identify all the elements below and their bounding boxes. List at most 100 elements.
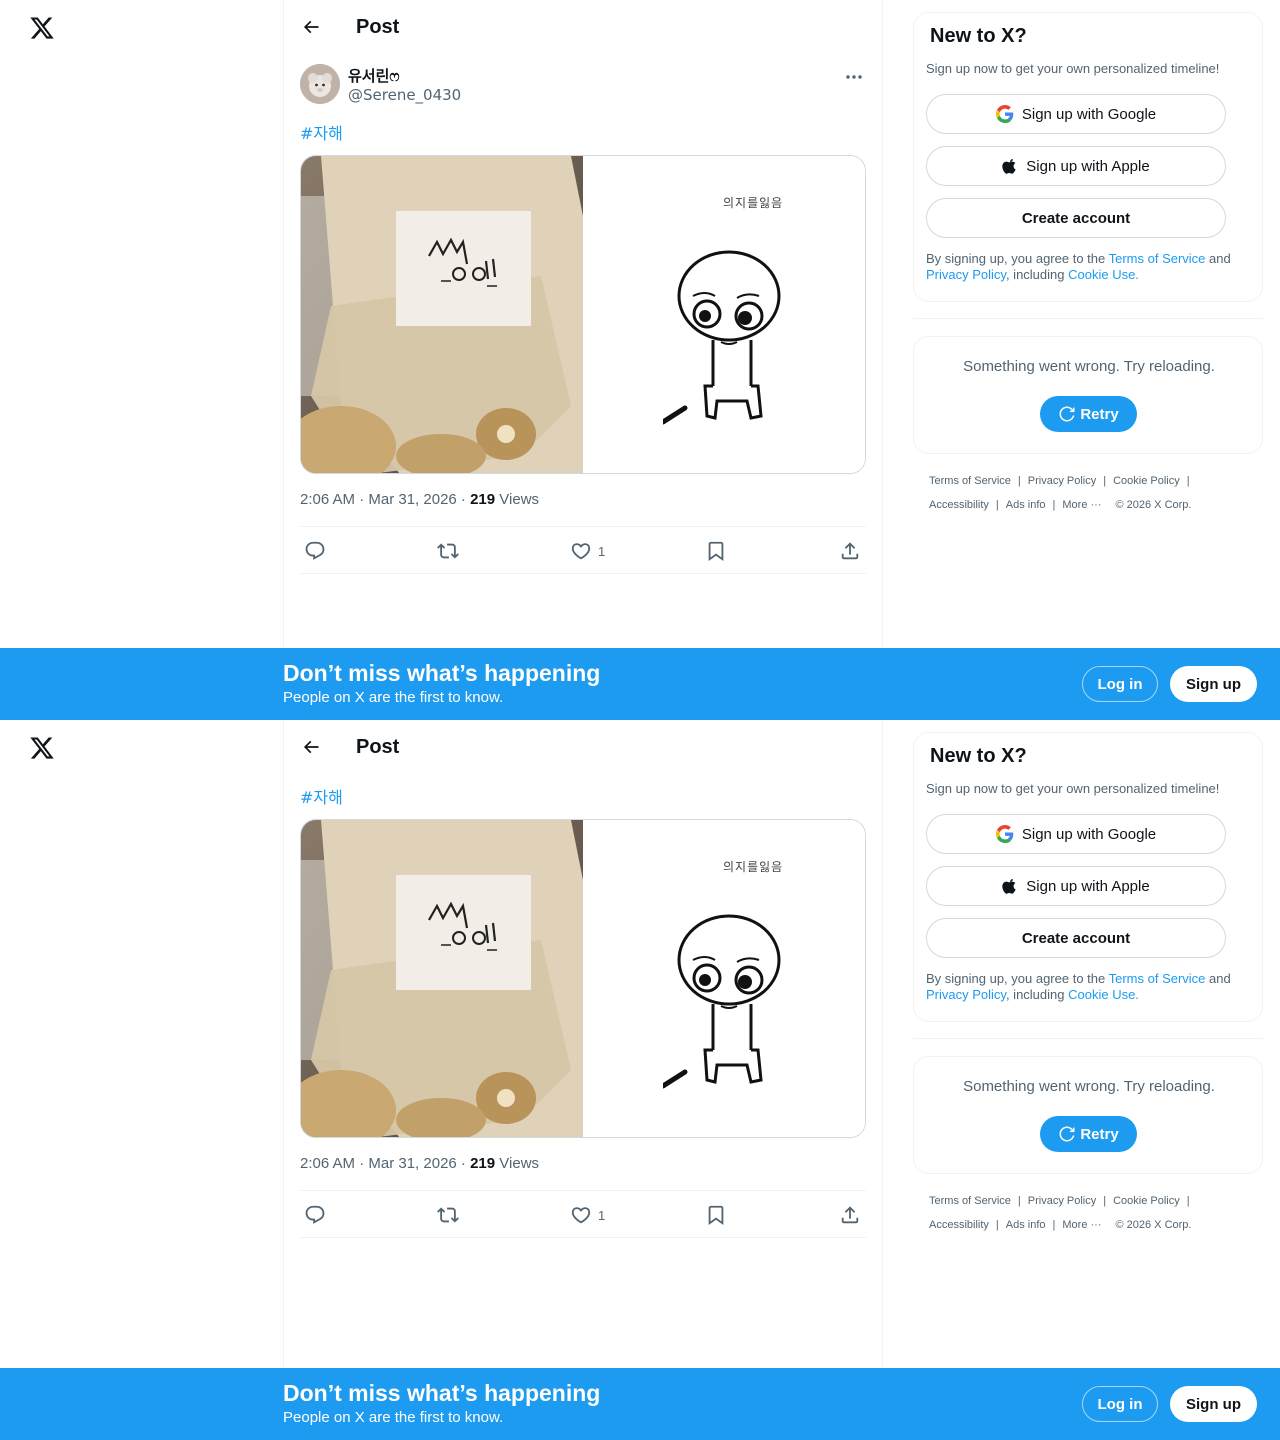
signup-subtitle: Sign up now to get your own personalized… [926,781,1220,796]
footer-terms-link[interactable]: Terms of Service [929,1195,1011,1207]
google-icon [995,825,1014,843]
sidebar-divider [913,1038,1263,1039]
apple-signup-label: Sign up with Apple [1026,877,1150,895]
post-time[interactable]: 2:06 AM · Mar 31, 2026 · [300,491,470,508]
screen-bottom: Post #자해 의지를잃음 2:06 AM · Mar 31, 2026 · … [0,720,1280,1440]
media-photo-bandage[interactable] [301,156,583,473]
refresh-icon [1059,406,1075,422]
legal-prefix: By signing up, you agree to the [926,251,1109,266]
post-column: Post #자해 의지를잃음 2:06 AM · Mar 31, 2026 · … [283,720,883,1440]
reply-icon[interactable] [304,539,326,563]
page-title: Post [356,735,400,758]
repost-icon[interactable] [437,539,459,563]
banner-subtitle: People on X are the first to know. [283,689,504,706]
x-logo-icon[interactable] [29,735,55,761]
hashtag-link[interactable]: #자해 [300,120,343,144]
retry-button[interactable]: Retry [1040,1116,1137,1152]
footer-cookie-link[interactable]: Cookie Policy [1113,1195,1180,1207]
signup-button[interactable]: Sign up [1170,1386,1257,1422]
signup-card: New to X? Sign up now to get your own pe… [913,732,1263,1022]
cookie-link[interactable]: Cookie Use. [1068,987,1139,1002]
x-logo-icon[interactable] [29,15,55,41]
privacy-link[interactable]: Privacy Policy [926,267,1006,282]
post-time[interactable]: 2:06 AM · Mar 31, 2026 · [300,1155,470,1172]
refresh-icon [1059,1126,1075,1142]
sidebar-divider [913,318,1263,319]
apple-icon [1002,877,1018,895]
google-signup-label: Sign up with Google [1021,105,1157,123]
back-arrow-icon[interactable] [300,16,322,38]
reply-icon[interactable] [304,1203,326,1227]
bookmark-icon[interactable] [705,539,727,563]
terms-link[interactable]: Terms of Service [1109,251,1206,266]
like-count: 1 [598,543,606,559]
trends-error-card: Something went wrong. Try reloading. Ret… [913,1056,1263,1174]
login-button[interactable]: Log in [1082,1386,1158,1422]
signup-button[interactable]: Sign up [1170,666,1257,702]
retry-label: Retry [1080,405,1119,423]
hashtag-link[interactable]: #자해 [300,784,343,808]
footer-terms-link[interactable]: Terms of Service [929,475,1011,487]
create-account-button[interactable]: Create account [926,918,1226,958]
screen-top: Post 유서린ෆ @Serene_0430 #자해 의지를잃음 2:06 AM… [0,0,1280,720]
cookie-link[interactable]: Cookie Use. [1068,267,1139,282]
share-icon[interactable] [839,539,861,563]
error-message: Something went wrong. Try reloading. [963,1078,1215,1095]
media-drawing[interactable]: 의지를잃음 [583,156,865,473]
media-photo-bandage[interactable] [301,820,583,1137]
post-media: 의지를잃음 [300,819,866,1138]
trends-error-card: Something went wrong. Try reloading. Ret… [913,336,1263,454]
footer-ads-link[interactable]: Ads info [1006,499,1046,511]
footer-links: Terms of Service | Privacy Policy | Cookie P… [929,1195,1192,1231]
avatar[interactable] [300,64,340,104]
views-label: Views [495,491,540,508]
views-label: Views [495,1155,540,1172]
share-icon[interactable] [839,1203,861,1227]
views-count: 219 [470,1155,496,1172]
footer-more-link[interactable]: More ··· [1062,499,1101,511]
retry-button[interactable]: Retry [1040,396,1137,432]
image-caption: 의지를잃음 [723,860,784,874]
footer-more-link[interactable]: More ··· [1062,1219,1101,1231]
login-banner: Don’t miss what’s happening People on X … [0,648,1280,720]
google-signup-button[interactable]: Sign up with Google [926,814,1226,854]
apple-icon [1002,157,1018,175]
bookmark-icon[interactable] [705,1203,727,1227]
signup-card: New to X? Sign up now to get your own pe… [913,12,1263,302]
footer-accessibility-link[interactable]: Accessibility [929,499,989,511]
like-icon[interactable]: 1 [570,1203,605,1227]
like-icon[interactable]: 1 [570,539,605,563]
post-actions: 1 [300,1190,866,1238]
media-drawing[interactable]: 의지를잃음 [583,820,865,1137]
footer-ads-link[interactable]: Ads info [1006,1219,1046,1231]
footer-privacy-link[interactable]: Privacy Policy [1028,1195,1096,1207]
apple-signup-button[interactable]: Sign up with Apple [926,146,1226,186]
login-button[interactable]: Log in [1082,666,1158,702]
apple-signup-button[interactable]: Sign up with Apple [926,866,1226,906]
footer-accessibility-link[interactable]: Accessibility [929,1219,989,1231]
legal-and: and [1205,251,1231,266]
post-timestamp: 2:06 AM · Mar 31, 2026 · 219 Views [300,491,539,508]
privacy-link[interactable]: Privacy Policy [926,987,1006,1002]
google-icon [995,105,1014,123]
create-account-button[interactable]: Create account [926,198,1226,238]
user-handle[interactable]: @Serene_0430 [348,86,461,104]
banner-title: Don’t miss what’s happening [283,1380,601,1406]
display-name[interactable]: 유서린ෆ [348,65,400,86]
terms-link[interactable]: Terms of Service [1109,971,1206,986]
signup-legal-text: By signing up, you agree to the Terms of… [926,971,1251,1003]
more-options-icon[interactable] [842,70,866,84]
signup-legal-text: By signing up, you agree to the Terms of… [926,251,1251,283]
repost-icon[interactable] [437,1203,459,1227]
footer-cookie-link[interactable]: Cookie Policy [1113,475,1180,487]
post-actions: 1 [300,526,866,574]
footer-links: Terms of Service | Privacy Policy | Cookie P… [929,475,1192,511]
back-arrow-icon[interactable] [300,736,322,758]
footer-privacy-link[interactable]: Privacy Policy [1028,475,1096,487]
banner-subtitle: People on X are the first to know. [283,1409,504,1426]
post-header: Post [300,0,860,54]
google-signup-button[interactable]: Sign up with Google [926,94,1226,134]
post-header: Post [300,720,860,774]
legal-and: and [1205,971,1231,986]
signup-subtitle: Sign up now to get your own personalized… [926,61,1220,76]
